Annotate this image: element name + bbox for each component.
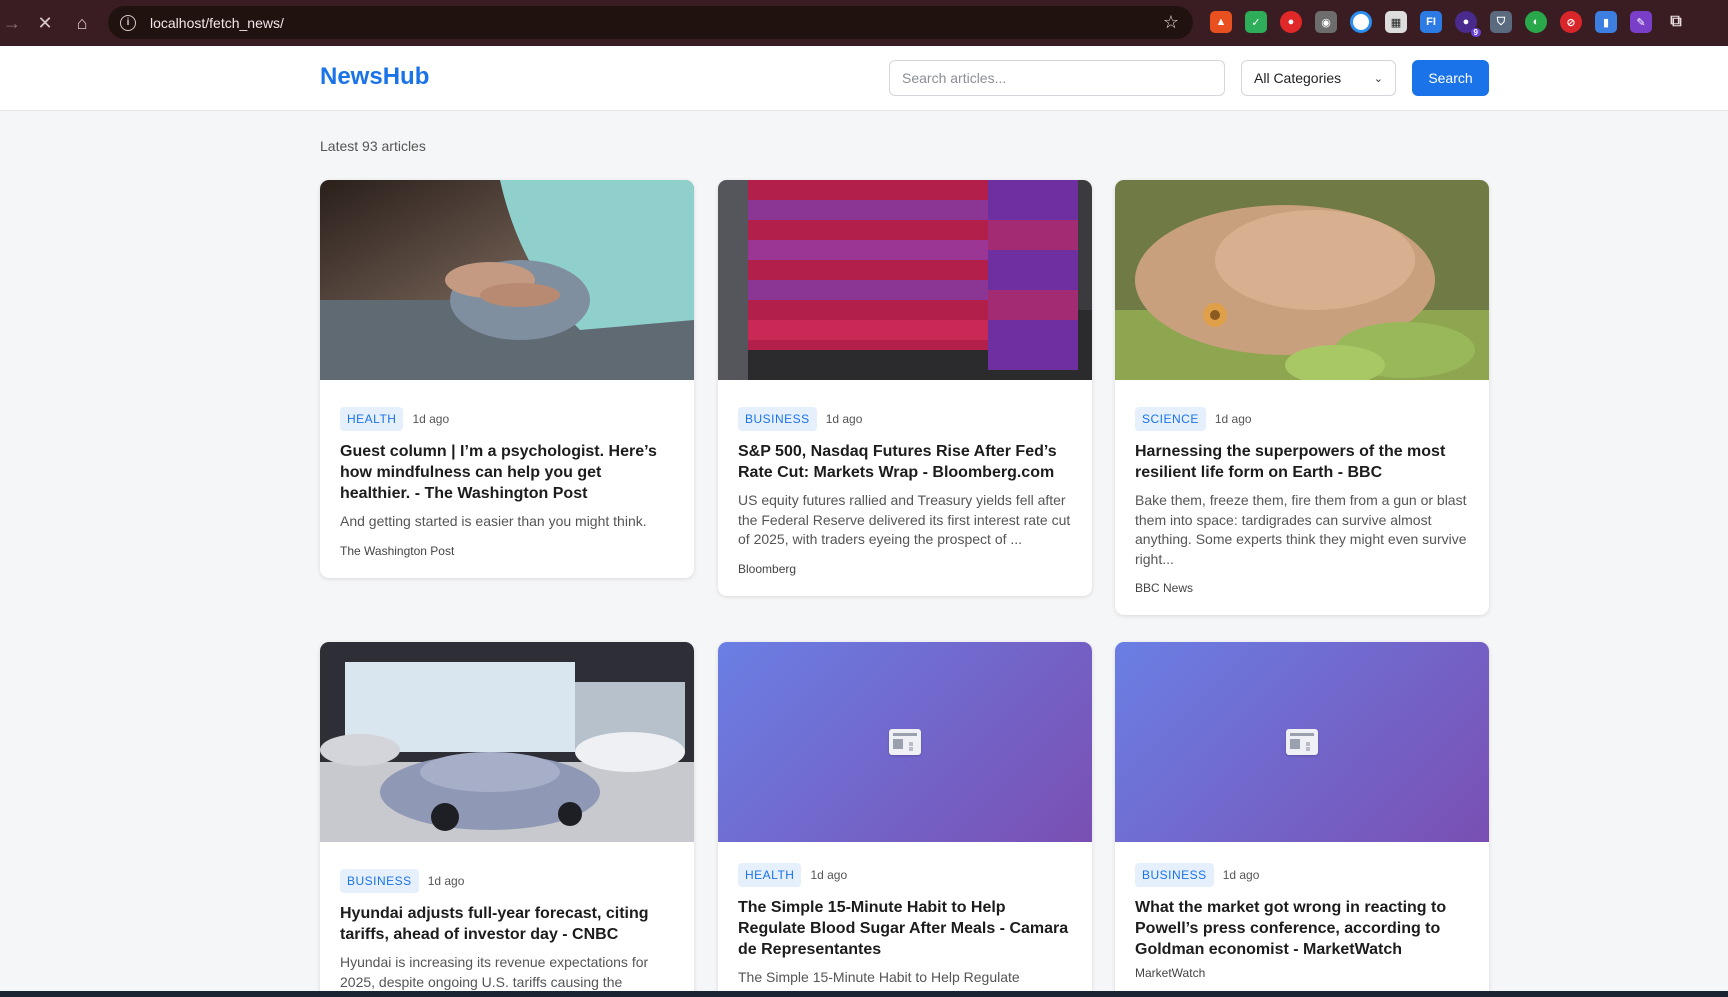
shield-extension-icon[interactable]: ✓	[1245, 11, 1267, 33]
article-description: Hyundai is increasing its revenue expect…	[340, 954, 649, 990]
category-badge[interactable]: BUSINESS	[1135, 863, 1214, 887]
article-count: Latest 93 articles	[320, 138, 426, 154]
article-title[interactable]: Hyundai adjusts full-year forecast, citi…	[340, 903, 674, 945]
address-bar[interactable]: i localhost/fetch_news/ ☆	[108, 6, 1193, 39]
category-badge[interactable]: HEALTH	[340, 407, 404, 431]
category-badge[interactable]: BUSINESS	[738, 407, 817, 431]
article-card[interactable]: BUSINESS 1d ago S&P 500, Nasdaq Futures …	[718, 180, 1092, 596]
timestamp: 1d ago	[1214, 412, 1252, 426]
eye-extension-icon[interactable]: ◐	[1525, 11, 1547, 33]
bookmark-star-icon[interactable]: ☆	[1163, 12, 1179, 33]
article-source: Bloomberg	[738, 561, 797, 576]
article-title[interactable]: S&P 500, Nasdaq Futures Rise After Fed’s…	[738, 441, 1072, 483]
article-image[interactable]	[320, 642, 694, 842]
article-title[interactable]: The Simple 15-Minute Habit to Help Regul…	[738, 897, 1072, 960]
article-description: The Simple 15-Minute Habit to Help Regul…	[738, 969, 1020, 985]
home-icon[interactable]: ⌂	[70, 11, 94, 35]
extension-badge: 9	[1470, 28, 1481, 37]
timestamp: 1d ago	[412, 412, 450, 426]
article-image[interactable]	[320, 180, 694, 380]
category-badge[interactable]: SCIENCE	[1135, 407, 1206, 431]
timestamp: 1d ago	[810, 868, 848, 882]
document-extension-icon[interactable]: ▮	[1595, 11, 1617, 33]
category-badge[interactable]: HEALTH	[738, 863, 802, 887]
article-card[interactable]: BUSINESS 1d ago Hyundai adjusts full-yea…	[320, 642, 694, 997]
article-image[interactable]	[718, 180, 1092, 380]
search-button[interactable]: Search	[1412, 60, 1489, 96]
article-description: US equity futures rallied and Treasury y…	[738, 492, 1071, 547]
qr-code-extension-icon[interactable]: ▦	[1385, 11, 1407, 33]
newspaper-icon	[889, 729, 921, 755]
category-badge[interactable]: BUSINESS	[340, 869, 419, 893]
purple-extension-icon[interactable]: ● 9	[1455, 11, 1481, 37]
site-logo[interactable]: NewsHub	[320, 63, 429, 91]
search-input[interactable]	[889, 60, 1225, 96]
timestamp: 1d ago	[427, 874, 465, 888]
forward-icon[interactable]: →	[0, 11, 24, 35]
category-select[interactable]: All Categories ⌄	[1241, 60, 1396, 96]
fox-extension-icon[interactable]: ▲	[1210, 11, 1232, 33]
timestamp: 1d ago	[825, 412, 863, 426]
extensions-puzzle-icon[interactable]: ⧉	[1665, 11, 1687, 33]
camera-extension-icon[interactable]: ◉	[1315, 11, 1337, 33]
os-taskbar	[0, 991, 1728, 997]
block-extension-icon[interactable]: ⊘	[1560, 11, 1582, 33]
guard-extension-icon[interactable]: ⛉	[1490, 11, 1512, 33]
article-source: BBC News	[1135, 581, 1194, 595]
article-title[interactable]: Guest column | I’m a psychologist. Here’…	[340, 441, 674, 504]
stop-loading-icon[interactable]: ✕	[33, 11, 57, 35]
article-image-placeholder[interactable]	[1115, 642, 1489, 842]
timestamp: 1d ago	[1222, 868, 1260, 882]
article-description: Bake them, freeze them, fire them from a…	[1135, 492, 1467, 567]
article-card[interactable]: BUSINESS 1d ago What the market got wron…	[1115, 642, 1489, 997]
article-source: The Washington Post	[340, 543, 455, 558]
article-image[interactable]	[1115, 180, 1489, 380]
red-extension-icon[interactable]: ●	[1280, 11, 1302, 33]
article-card[interactable]: HEALTH 1d ago The Simple 15-Minute Habit…	[718, 642, 1092, 997]
article-card[interactable]: HEALTH 1d ago Guest column | I’m a psych…	[320, 180, 694, 578]
article-source: MarketWatch	[1135, 966, 1206, 980]
site-info-icon[interactable]: i	[120, 14, 136, 31]
article-title[interactable]: What the market got wrong in reacting to…	[1135, 897, 1469, 960]
ring-extension-icon[interactable]	[1350, 11, 1372, 33]
article-card[interactable]: SCIENCE 1d ago Harnessing the superpower…	[1115, 180, 1489, 615]
extensions-tray: ▲ ✓ ● ◉ ▦ FI ● 9 ⛉ ◐ ⊘ ▮ ✎ ⧉	[1210, 11, 1687, 37]
site-header: NewsHub All Categories ⌄ Search	[0, 46, 1728, 111]
browser-toolbar: → ✕ ⌂ i localhost/fetch_news/ ☆ ▲ ✓ ● ◉ …	[0, 0, 1728, 46]
newspaper-icon	[1286, 729, 1318, 755]
article-image-placeholder[interactable]	[718, 642, 1092, 842]
url-text[interactable]: localhost/fetch_news/	[150, 15, 284, 31]
chevron-down-icon: ⌄	[1373, 72, 1383, 85]
fi-extension-icon[interactable]: FI	[1420, 11, 1442, 33]
article-title[interactable]: Harnessing the superpowers of the most r…	[1135, 441, 1469, 483]
feather-extension-icon[interactable]: ✎	[1630, 11, 1652, 33]
article-description: And getting started is easier than you m…	[340, 513, 647, 529]
category-selected-value: All Categories	[1254, 70, 1342, 86]
